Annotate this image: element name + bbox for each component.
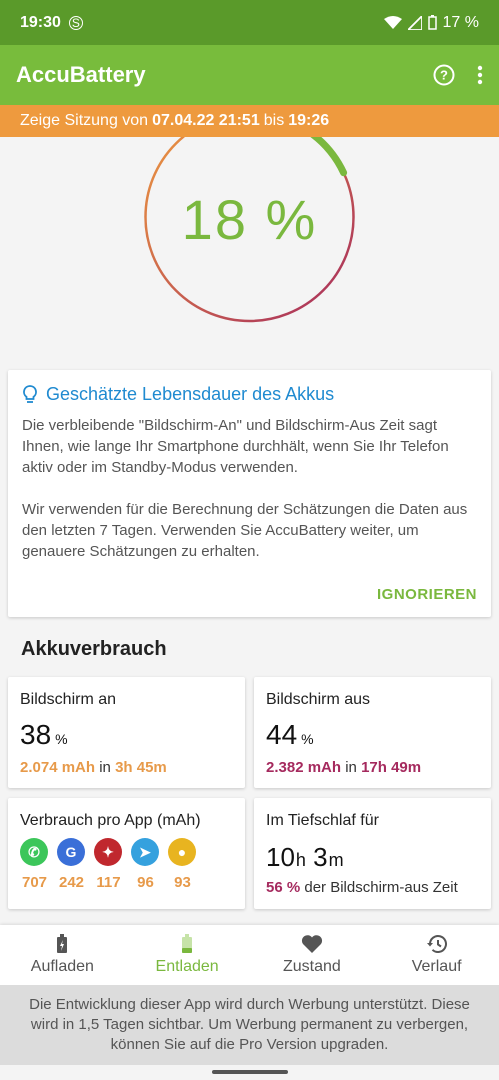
deep-sleep-minutes: 3 [313,842,328,872]
ignore-button[interactable]: IGNORIEREN [377,586,477,603]
tab-entladen-label: Entladen [155,958,219,975]
screen-on-duration: 3h 45m [115,759,167,776]
heart-icon [301,935,322,953]
screen-off-unit: % [301,731,314,747]
tab-aufladen[interactable]: Aufladen [0,925,125,985]
ad-notice[interactable]: Die Entwicklung dieser App wird durch We… [0,985,499,1065]
app-value: 93 [174,874,191,891]
battery-percent-label: 18 % [181,188,318,251]
app-red-icon: ✦ [94,838,122,866]
screen-off-card[interactable]: Bildschirm aus 44% 2.382 mAh in 17h 49m [254,677,491,788]
tab-entladen[interactable]: Entladen [125,925,250,985]
deep-sleep-label: Im Tiefschlaf für [266,812,379,829]
status-time: 19:30 [20,13,61,31]
carrier-icon: S [68,15,83,30]
battery-charging-icon [57,934,68,953]
status-bar: 19:30 S 17 % [0,0,499,45]
more-vert-icon[interactable] [477,65,483,85]
telegram-icon: ➤ [131,838,159,866]
gauge-ring [144,137,355,323]
battery-gauge: 18 % [0,137,499,367]
tab-verlauf-label: Verlauf [411,958,462,975]
app-value: 96 [137,874,154,891]
tab-verlauf[interactable]: Verlauf [374,925,499,985]
status-right: 17 % [383,13,479,32]
session-start: 07.04.22 21:51 [152,112,260,129]
screen-off-percent: 44 [266,719,298,750]
screen-off-detail: 2.382 mAh in 17h 49m [266,759,479,776]
app-value: 242 [58,874,85,891]
battery-percent: 17 % [442,13,479,31]
screen-off-mah: 2.382 mAh [266,759,342,776]
per-app-card[interactable]: Verbrauch pro App (mAh) ✆ 707 G 242 ✦ 117 ➤… [8,798,245,909]
usage-section-title: Akkuverbrauch [21,638,167,660]
deep-sleep-detail: 56 % der Bildschirm-aus Zeit [266,879,479,896]
app-item[interactable]: ● 93 [168,838,197,891]
screen-on-mah: 2.074 mAh [20,759,96,776]
app-title: AccuBattery [16,62,146,87]
screen-on-in: in [99,759,111,776]
screen-on-detail: 2.074 mAh in 3h 45m [20,759,233,776]
battery-icon [182,934,193,953]
battery-status-icon [427,15,437,30]
app-item[interactable]: ✦ 117 [94,838,123,891]
tab-zustand-label: Zustand [282,958,341,975]
deep-sleep-percent: 56 % [266,879,301,896]
whatsapp-icon: ✆ [20,838,48,866]
estimate-paragraph-2: Wir verwenden für die Berechnung der Sch… [22,501,468,560]
app-bar-actions: ? [433,64,483,86]
bottom-navigation: Aufladen Entladen Zustand Verlauf [0,925,499,985]
deep-sleep-suffix: der Bildschirm-aus Zeit [304,879,458,896]
screen-on-percent: 38 [20,719,52,750]
session-middle: bis [263,112,285,129]
chrome-icon: ● [168,838,196,866]
screen-off-duration: 17h 49m [361,759,422,776]
screen-on-unit: % [55,731,68,747]
per-app-label: Verbrauch pro App (mAh) [20,812,201,829]
app-item[interactable]: G 242 [57,838,86,891]
tab-aufladen-label: Aufladen [30,958,94,975]
estimate-header: Geschätzte Lebensdauer des Akkus [22,384,477,405]
screen-on-label: Bildschirm an [20,691,117,708]
screen-off-value: 44% [266,719,479,751]
deep-sleep-value: 10h 3m [266,842,479,873]
screen-off-label: Bildschirm aus [266,691,371,708]
app-item[interactable]: ✆ 707 [20,838,49,891]
session-prefix: Zeige Sitzung von [20,112,149,129]
estimate-card: Geschätzte Lebensdauer des Akkus Die ver… [8,370,491,617]
deep-sleep-hours: 10 [266,842,295,872]
deep-sleep-card[interactable]: Im Tiefschlaf für 10h 3m 56 % der Bildsc… [254,798,491,909]
app-bar: AccuBattery ? [0,45,499,105]
app-value: 117 [96,874,121,891]
app-value: 707 [21,874,48,891]
deep-sleep-m: m [328,850,344,870]
deep-sleep-h: h [295,850,306,870]
screen-off-in: in [345,759,357,776]
app-item[interactable]: ➤ 96 [131,838,160,891]
wifi-icon [383,15,402,29]
svg-text:?: ? [440,68,448,83]
estimate-paragraph-1: Die verbleibende "Bildschirm-An" und Bil… [22,417,449,476]
help-circle-icon[interactable]: ? [433,64,455,86]
history-icon [426,935,447,953]
app-list: ✆ 707 G 242 ✦ 117 ➤ 96 ● 93 [20,838,233,891]
tab-zustand[interactable]: Zustand [250,925,375,985]
lightbulb-icon [23,384,37,403]
estimate-title: Geschätzte Lebensdauer des Akkus [46,384,335,404]
gauge-level-arc [310,137,348,177]
home-indicator[interactable] [212,1070,288,1074]
session-banner[interactable]: Zeige Sitzung von 07.04.22 21:51 bis 19:… [0,105,499,137]
google-icon: G [57,838,85,866]
screen-on-card[interactable]: Bildschirm an 38% 2.074 mAh in 3h 45m [8,677,245,788]
signal-icon [407,15,422,30]
screen-on-value: 38% [20,719,233,751]
session-end: 19:26 [288,112,330,129]
